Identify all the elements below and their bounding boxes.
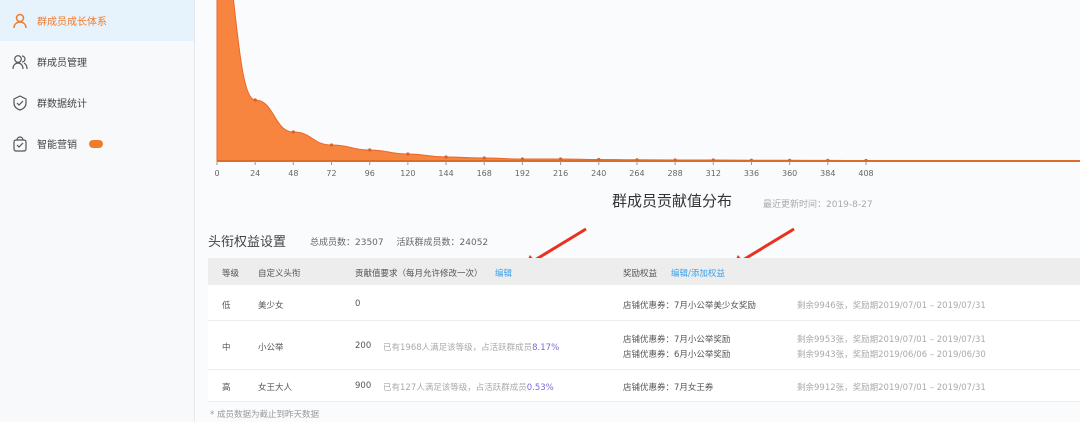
col-requirement: 贡献值要求（每月允许修改一次） [355,269,483,279]
sidebar-item-smart-marketing[interactable]: 智能营销 [0,123,194,164]
table-row: 低 美少女 0 店铺优惠券：7月小公举美少女奖励 剩余9946张，奖励期2019… [208,285,1080,321]
update-time: 最近更新时间：2019-8-27 [763,200,873,210]
reward-name: 店铺优惠券：7月女王券 [623,383,714,393]
x-tick-label: 216 [553,169,568,178]
sidebar-item-label: 智能营销 [37,140,77,151]
section-title: 头衔权益设置 [208,235,287,250]
sidebar-item-label: 群成员管理 [37,58,87,69]
edit-add-reward-link[interactable]: 编辑/添加权益 [671,267,725,279]
title-cell: 小公举 [258,343,284,353]
data-point[interactable] [558,157,563,161]
users-icon [12,54,28,69]
data-point[interactable] [291,130,295,134]
bag-icon [13,135,27,152]
x-tick-label: 288 [667,169,682,178]
total-members: 总成员数：23507 [310,238,384,248]
level-cell: 中 [222,343,231,353]
member-stats: 总成员数：23507 活跃群成员数：24052 [310,235,498,248]
x-tick-label: 360 [782,169,797,178]
sidebar-item-member-management[interactable]: 群成员管理 [0,41,194,82]
table-row: 中 小公举 200 已有1968人满足该等级，占活跃群成员8.17% 店铺优惠券… [208,321,1080,370]
desc-cell: 已有1968人满足该等级，占活跃群成员8.17% [383,341,559,353]
col-reward: 奖励权益 [623,269,658,279]
edit-requirement-link[interactable]: 编辑 [495,267,512,279]
x-tick-label: 312 [706,169,721,178]
desc-text: 已有1968人满足该等级，占活跃群成员 [383,343,533,353]
user-icon [13,13,27,28]
table-row: 高 女王大人 900 已有127人满足该等级，占活跃群成员0.53% 店铺优惠券… [208,370,1080,402]
x-tick-label: 120 [400,169,415,178]
data-point[interactable] [482,156,486,160]
title-cell: 美少女 [258,301,284,311]
x-tick-label: 144 [438,169,453,178]
data-note: * 成员数据为截止到昨天数据 [210,410,319,420]
x-tick-label: 96 [365,169,375,178]
sidebar: 群成员成长体系 群成员管理 群数据统计 智能营销 [0,0,195,422]
col-title: 自定义头衔 [258,269,301,279]
title-rights-table: 等级 自定义头衔 贡献值要求（每月允许修改一次） 编辑 奖励权益 编辑/添加权益… [208,258,1080,402]
area-series [216,0,1080,162]
x-tick-label: 72 [326,169,336,178]
chart-title: 群成员贡献值分布 [612,192,733,210]
sidebar-item-label: 群数据统计 [37,99,87,110]
x-tick-label: 0 [214,169,219,178]
data-point[interactable] [520,157,525,161]
title-cell: 女王大人 [258,383,293,393]
data-point[interactable] [635,158,639,162]
sidebar-item-growth-system[interactable]: 群成员成长体系 [0,0,194,41]
x-tick-label: 24 [250,169,260,178]
col-level: 等级 [222,269,240,279]
reward-info: 剩余9943张，奖励期2019/06/06 – 2019/06/30 [797,350,986,360]
x-tick-label: 408 [858,169,873,178]
reward-info: 剩余9912张，奖励期2019/07/01 – 2019/07/31 [797,383,986,393]
reward-name: 店铺优惠券：7月小公举美少女奖励 [623,301,756,311]
data-point[interactable] [597,157,601,162]
level-cell: 低 [222,301,231,311]
data-point[interactable] [406,152,410,156]
x-tick-label: 192 [515,169,530,178]
data-point[interactable] [329,143,334,147]
reward-name: 店铺优惠券：6月小公举奖励 [623,350,731,360]
value-cell: 200 [355,341,372,351]
active-members: 活跃群成员数：24052 [396,238,489,248]
data-point[interactable] [253,98,257,102]
desc-cell: 已有127人满足该等级，占活跃群成员0.53% [383,381,554,393]
x-tick-label: 336 [744,169,759,178]
table-header: 等级 自定义头衔 贡献值要求（每月允许修改一次） 编辑 奖励权益 编辑/添加权益 [208,258,1080,285]
data-point[interactable] [368,148,372,152]
level-cell: 高 [222,383,231,393]
x-tick-label: 168 [477,169,492,178]
data-point[interactable] [444,155,448,159]
percent: 0.53% [526,383,554,393]
desc-text: 已有127人满足该等级，占活跃群成员 [383,383,527,393]
percent: 8.17% [532,343,560,353]
sidebar-item-label: 群成员成长体系 [37,17,107,28]
x-tick-label: 264 [629,169,644,178]
shield-icon [13,94,27,111]
contribution-distribution-chart: 0 24 48 72 96 120 144 168 192 216 240 264 288 312 336 3… [214,0,1080,178]
value-cell: 900 [355,381,372,391]
value-cell: 0 [355,299,361,309]
reward-info: 剩余9946张，奖励期2019/07/01 – 2019/07/31 [797,301,986,311]
x-tick-label: 384 [820,169,835,178]
x-tick-label: 48 [288,169,298,178]
new-badge [89,139,103,148]
sidebar-item-data-statistics[interactable]: 群数据统计 [0,82,194,123]
x-tick-label: 240 [591,169,606,178]
reward-name: 店铺优惠券：7月小公举奖励 [623,335,731,345]
reward-info: 剩余9953张，奖励期2019/07/01 – 2019/07/31 [797,335,986,345]
